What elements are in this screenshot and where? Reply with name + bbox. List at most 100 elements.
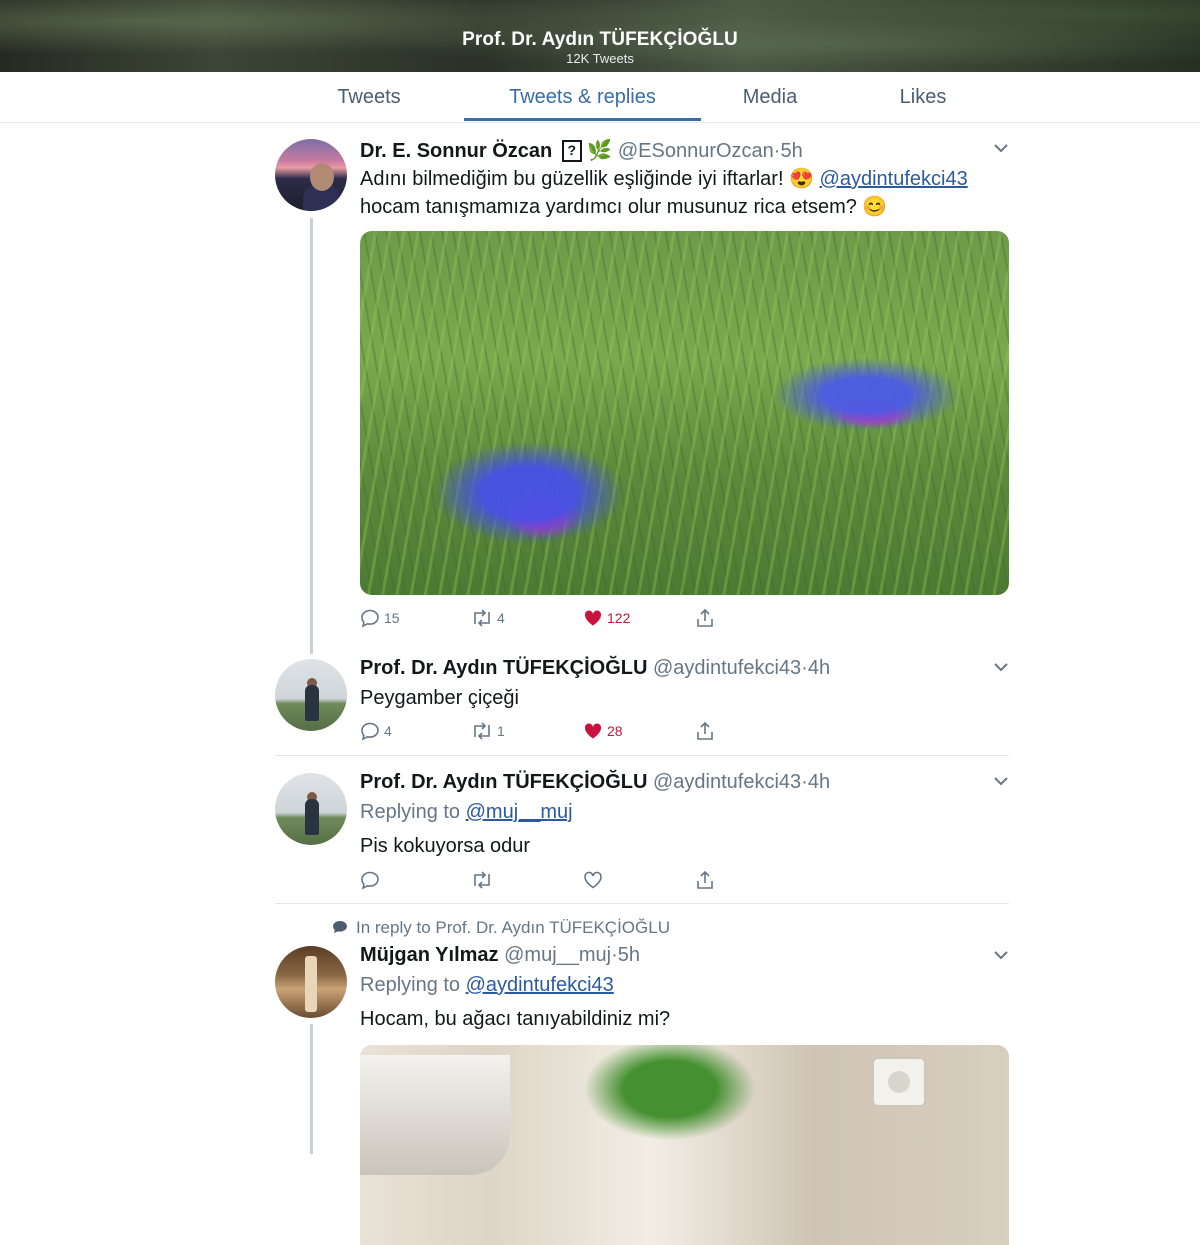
chevron-down-icon[interactable] [993, 140, 1009, 159]
avatar-object [305, 956, 317, 1012]
avatar-face [310, 163, 334, 191]
tab-media[interactable]: Media [718, 72, 822, 121]
retweet-icon [474, 722, 490, 740]
replying-to-link[interactable]: @aydintufekci43 [466, 974, 614, 996]
reply-icon [361, 609, 379, 628]
tweet-photo[interactable] [360, 231, 1009, 595]
tweet-author[interactable]: Müjgan Yılmaz @muj__muj·5h [360, 944, 640, 967]
tab-tweets-replies[interactable]: Tweets & replies [464, 72, 701, 121]
chevron-down-icon[interactable] [993, 773, 1009, 792]
profile-tabs: Tweets Tweets & replies Media Likes [0, 72, 1200, 123]
leaf-emoji: 🌿 [587, 140, 613, 162]
tweet-time: 5h [780, 140, 803, 162]
heart-icon [584, 610, 602, 626]
replying-to-label: Replying to [360, 801, 461, 823]
photo-socket [872, 1057, 926, 1107]
author-name: Müjgan Yılmaz [360, 944, 499, 966]
chevron-down-icon[interactable] [993, 659, 1009, 678]
reply-button[interactable]: 15 [360, 607, 400, 629]
in-reply-context[interactable]: In reply to Prof. Dr. Aydın TÜFEKÇİOĞLU [332, 918, 670, 938]
replying-to: Replying to @muj__muj [360, 798, 573, 826]
avatar[interactable] [275, 139, 347, 211]
reply-count: 15 [384, 610, 400, 626]
retweet-button[interactable]: 1 [471, 720, 505, 742]
avatar[interactable] [275, 659, 347, 731]
unknown-glyph-icon: ? [561, 140, 582, 162]
tweet-author[interactable]: Dr. E. Sonnur Özcan ? 🌿 @ESonnurOzcan·5h [360, 138, 803, 163]
tweet-author[interactable]: Prof. Dr. Aydın TÜFEKÇİOĞLU @aydintufekc… [360, 657, 830, 680]
share-icon [697, 870, 713, 889]
author-name: Prof. Dr. Aydın TÜFEKÇİOĞLU [360, 657, 648, 679]
replying-to-link[interactable]: @muj__muj [466, 801, 573, 823]
tweet[interactable]: Prof. Dr. Aydın TÜFEKÇİOĞLU @aydintufekc… [275, 657, 1009, 747]
tweet-actions [360, 869, 720, 891]
dot-separator: · [801, 657, 808, 679]
in-reply-text: In reply to Prof. Dr. Aydın TÜFEKÇİOĞLU [356, 918, 670, 937]
retweet-icon [474, 871, 490, 889]
avatar-figure [305, 799, 319, 835]
dot-separator: · [611, 944, 618, 966]
share-button[interactable] [695, 869, 715, 891]
retweet-button[interactable]: 4 [471, 607, 505, 629]
author-handle: @aydintufekci43 [652, 771, 802, 793]
heart-icon [584, 871, 602, 889]
tweet-time: 4h [807, 771, 831, 793]
tweet-text-line2: hocam tanışmamıza yardımcı olur musunuz … [360, 196, 888, 218]
tweet-photo[interactable] [360, 1045, 1009, 1245]
dot-separator: · [801, 771, 808, 793]
tweet[interactable]: Dr. E. Sonnur Özcan ? 🌿 @ESonnurOzcan·5h… [275, 138, 1009, 638]
tweet-text-line1: Adını bilmediğim bu güzellik eşliğinde i… [360, 168, 814, 190]
avatar[interactable] [275, 773, 347, 845]
photo-leaves [560, 1045, 780, 1155]
retweet-icon [474, 609, 490, 627]
photo-pot [360, 1055, 510, 1175]
heart-icon [584, 723, 602, 739]
tab-tweets[interactable]: Tweets [300, 72, 438, 121]
replying-to: Replying to @aydintufekci43 [360, 971, 614, 999]
mention-link[interactable]: @aydintufekci43 [820, 168, 968, 190]
tweet-text: Hocam, bu ağacı tanıyabildiniz mi? [360, 1008, 671, 1030]
replying-to-label: Replying to [360, 974, 461, 996]
reply-icon [361, 722, 379, 741]
tweet-divider [275, 903, 1009, 904]
speech-bubble-icon [333, 921, 347, 933]
tweet-time: 5h [617, 944, 641, 966]
share-button[interactable] [695, 607, 715, 629]
retweet-count: 4 [497, 610, 505, 626]
avatar[interactable] [275, 946, 347, 1018]
tab-likes[interactable]: Likes [870, 72, 976, 121]
author-name: Dr. E. Sonnur Özcan [360, 140, 553, 162]
like-button[interactable]: 122 [583, 607, 630, 629]
author-handle: @aydintufekci43 [652, 657, 802, 679]
share-button[interactable] [695, 720, 715, 742]
profile-header: Prof. Dr. Aydın TÜFEKÇİOĞLU 12K Tweets [0, 0, 1200, 72]
share-icon [697, 608, 713, 627]
socket-hole [888, 1071, 910, 1093]
like-count: 28 [607, 723, 623, 739]
share-icon [697, 721, 713, 740]
author-handle: @muj__muj [504, 944, 612, 966]
reply-count: 4 [384, 723, 392, 739]
author-name: Prof. Dr. Aydın TÜFEKÇİOĞLU [360, 771, 648, 793]
tweet[interactable]: Prof. Dr. Aydın TÜFEKÇİOĞLU @aydintufekc… [275, 771, 1009, 891]
tweet-divider [275, 755, 1009, 756]
like-button[interactable] [583, 869, 603, 891]
avatar-figure [305, 685, 319, 721]
retweet-count: 1 [497, 723, 505, 739]
tweet-count: 12K Tweets [566, 51, 634, 66]
like-count: 122 [607, 610, 631, 626]
reply-button[interactable] [360, 869, 380, 891]
like-button[interactable]: 28 [583, 720, 623, 742]
tweet-author[interactable]: Prof. Dr. Aydın TÜFEKÇİOĞLU @aydintufekc… [360, 771, 830, 794]
tweet[interactable]: In reply to Prof. Dr. Aydın TÜFEKÇİOĞLU … [275, 916, 1009, 1245]
reply-button[interactable]: 4 [360, 720, 392, 742]
retweet-button[interactable] [471, 869, 493, 891]
tweet-time: 4h [807, 657, 831, 679]
reply-icon [361, 871, 379, 890]
tweet-text: Adını bilmediğim bu güzellik eşliğinde i… [360, 165, 1020, 221]
tweet-actions: 15 4 122 [360, 607, 720, 629]
chevron-down-icon[interactable] [993, 947, 1009, 966]
tweet-actions: 4 1 28 [360, 720, 720, 742]
author-handle: @ESonnurOzcan [617, 140, 774, 162]
tweet-text: Pis kokuyorsa odur [360, 835, 531, 857]
